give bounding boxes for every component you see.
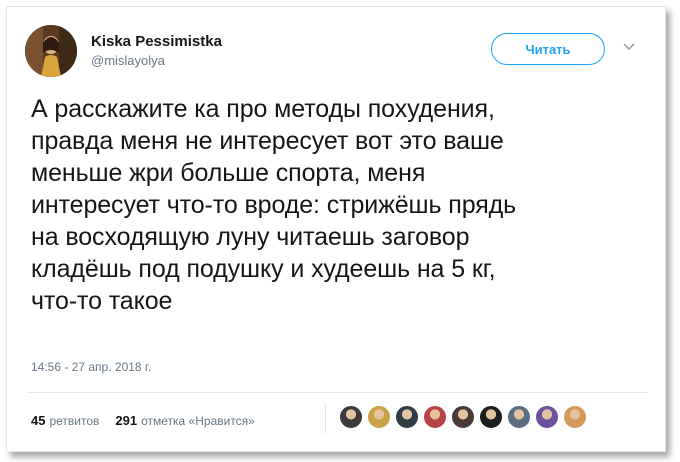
tweet-header: Kiska Pessimistka @mislayolya Читать: [25, 25, 647, 77]
author-avatar[interactable]: [25, 25, 77, 77]
follow-button[interactable]: Читать: [491, 33, 605, 65]
liker-avatar[interactable]: [451, 405, 475, 429]
liker-avatar[interactable]: [395, 405, 419, 429]
stats-separator: [325, 404, 326, 434]
tweet-timestamp[interactable]: 14:56 - 27 апр. 2018 г.: [31, 360, 151, 374]
liker-avatar[interactable]: [563, 405, 587, 429]
liker-avatar[interactable]: [339, 405, 363, 429]
likes-count[interactable]: 291: [115, 413, 137, 428]
tweet-card: Kiska Pessimistka @mislayolya Читать А р…: [6, 6, 666, 452]
retweets-label[interactable]: ретвитов: [49, 414, 99, 428]
divider: [27, 392, 647, 393]
tweet-stats: 45 ретвитов 291 отметка «Нравится»: [31, 413, 255, 428]
liker-avatar[interactable]: [367, 405, 391, 429]
avatar-photo-icon: [25, 25, 77, 77]
liker-avatar[interactable]: [423, 405, 447, 429]
chevron-down-icon[interactable]: [621, 41, 637, 53]
author-name[interactable]: Kiska Pessimistka: [91, 33, 222, 50]
tweet-text: А расскажите ка про методы похудения, пр…: [31, 95, 517, 315]
liker-avatars: [339, 405, 591, 429]
retweets-count[interactable]: 45: [31, 413, 45, 428]
liker-avatar[interactable]: [535, 405, 559, 429]
liker-avatar[interactable]: [507, 405, 531, 429]
author-handle[interactable]: @mislayolya: [91, 53, 165, 68]
likes-label[interactable]: отметка «Нравится»: [141, 414, 255, 428]
liker-avatar[interactable]: [479, 405, 503, 429]
